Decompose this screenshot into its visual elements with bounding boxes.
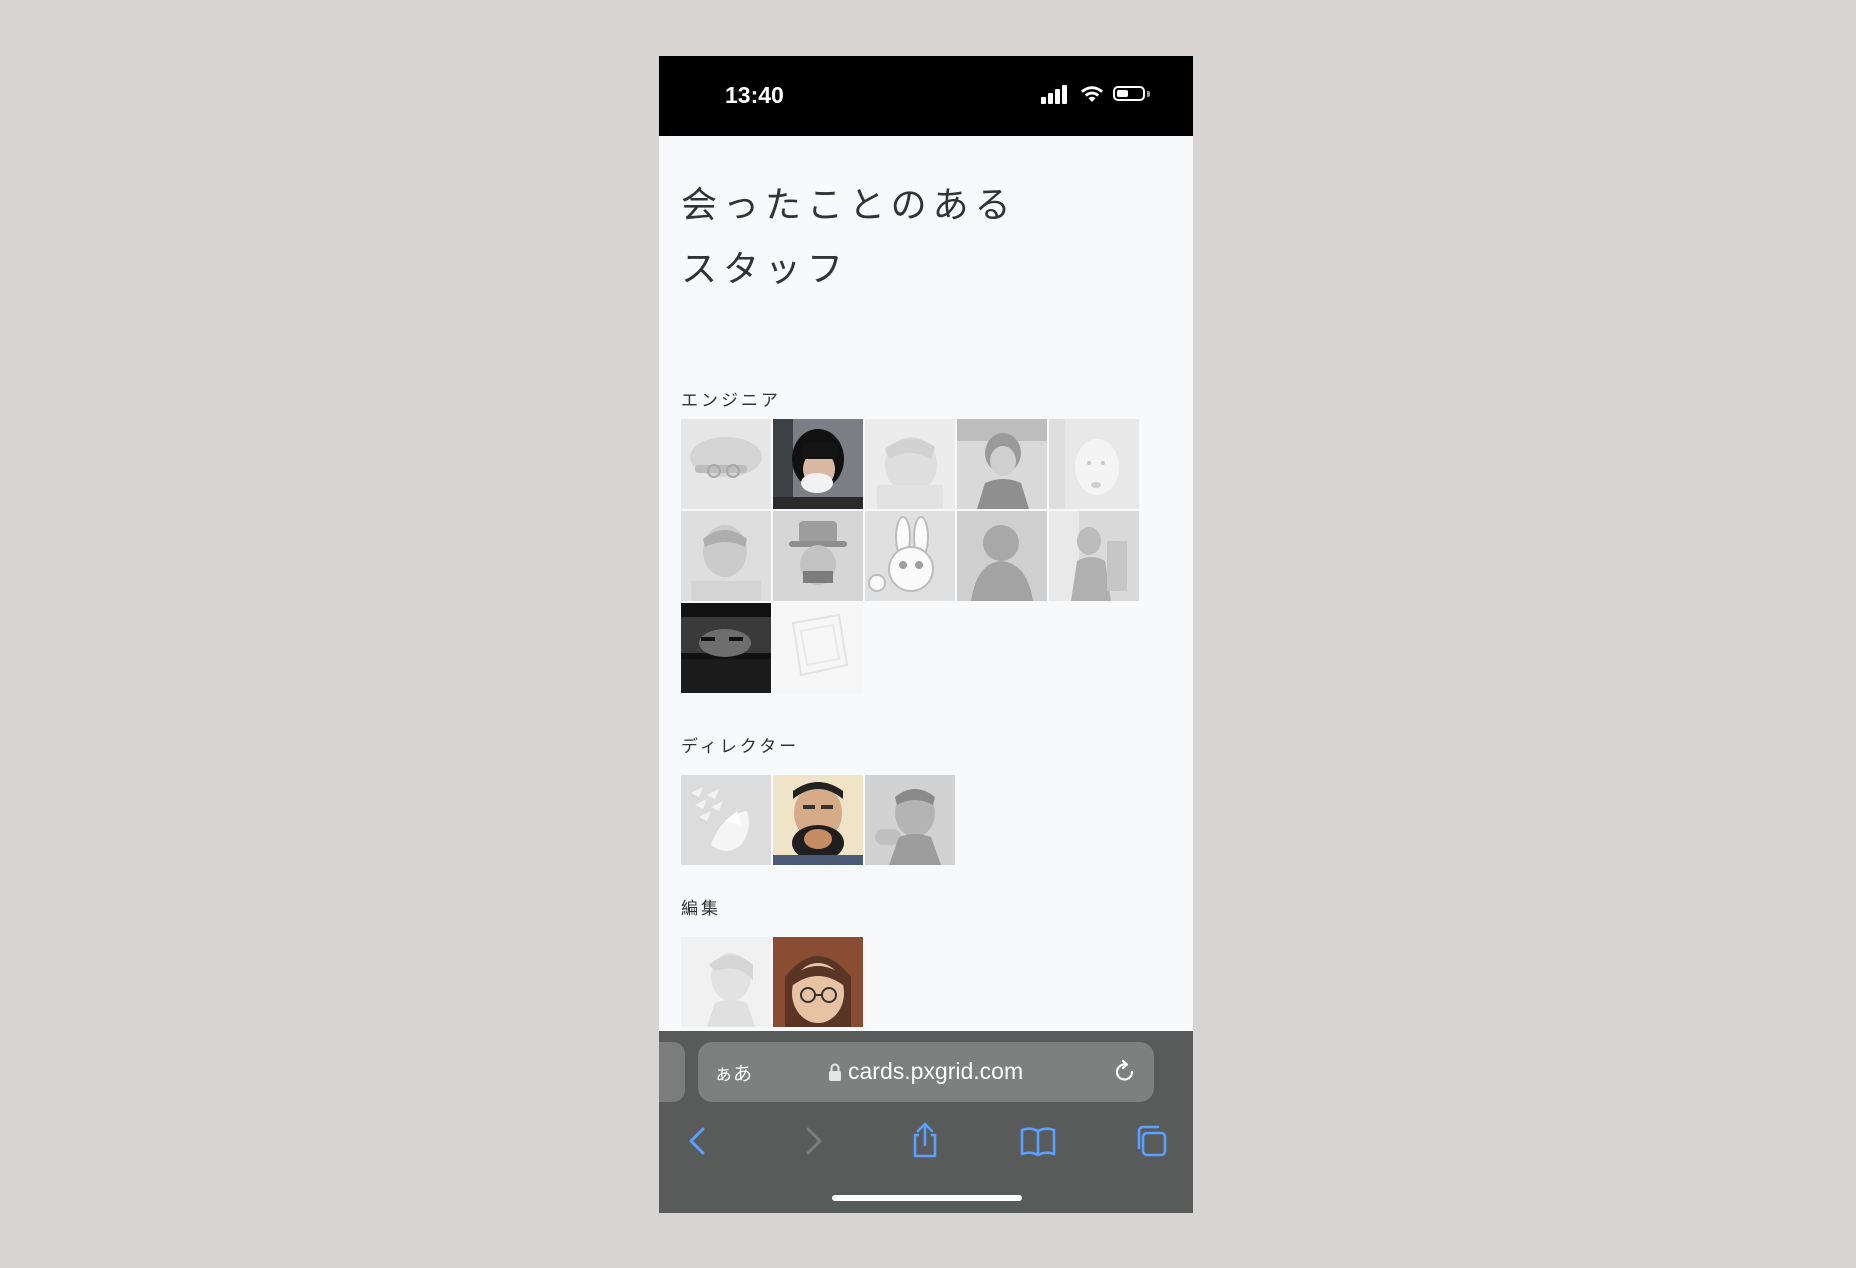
reload-icon[interactable] [1112, 1059, 1138, 1085]
tabs-icon[interactable] [1131, 1121, 1171, 1161]
wifi-icon [1081, 86, 1103, 102]
lock-icon [829, 1063, 841, 1081]
director-avatar-grid [681, 775, 1141, 867]
avatar-editor-2[interactable] [773, 937, 863, 1027]
back-icon[interactable] [679, 1121, 719, 1161]
status-icons [1041, 84, 1151, 106]
browser-toolbar: ぁあ cards.pxgrid.com [659, 1031, 1193, 1213]
forward-icon[interactable] [792, 1121, 832, 1161]
avatar-engineer-3[interactable] [865, 419, 955, 509]
address-bar[interactable]: ぁあ cards.pxgrid.com [698, 1042, 1154, 1102]
home-indicator [832, 1195, 1022, 1201]
section-label-editor: 編集 [681, 899, 721, 919]
avatar-engineer-8[interactable] [865, 511, 955, 601]
previous-tab-peek[interactable] [659, 1042, 685, 1102]
section-label-engineer: エンジニア [681, 391, 781, 411]
url-text: cards.pxgrid.com [848, 1058, 1024, 1084]
cellular-signal-icon [1041, 84, 1069, 104]
avatar-engineer-11[interactable] [681, 603, 771, 693]
avatar-engineer-6[interactable] [681, 511, 771, 601]
avatar-editor-1[interactable] [681, 937, 771, 1027]
page-title: 会ったことのある スタッフ [681, 185, 1017, 290]
status-bar: 13:40 [659, 56, 1193, 136]
avatar-director-3[interactable] [865, 775, 955, 865]
avatar-engineer-12[interactable] [773, 603, 863, 693]
page-content: 会ったことのある スタッフ エンジニア ディレクター 編集 [659, 136, 1193, 1086]
avatar-engineer-9[interactable] [957, 511, 1047, 601]
phone-screen: 13:40 会ったことのある スタッフ エンジニア ディレクター 編集 ぁあ c… [659, 56, 1193, 1213]
engineer-avatar-grid [681, 419, 1141, 695]
avatar-engineer-5[interactable] [1049, 419, 1139, 509]
editor-avatar-grid [681, 937, 1141, 1029]
avatar-engineer-7[interactable] [773, 511, 863, 601]
avatar-engineer-2[interactable] [773, 419, 863, 509]
avatar-engineer-10[interactable] [1049, 511, 1139, 601]
battery-icon [1113, 86, 1145, 101]
avatar-engineer-1[interactable] [681, 419, 771, 509]
share-icon[interactable] [905, 1121, 945, 1161]
avatar-director-2[interactable] [773, 775, 863, 865]
status-time: 13:40 [725, 82, 784, 108]
section-label-director: ディレクター [681, 737, 800, 757]
avatar-engineer-4[interactable] [957, 419, 1047, 509]
bookmarks-icon[interactable] [1018, 1121, 1058, 1161]
page-settings-button[interactable]: ぁあ [714, 1059, 752, 1086]
avatar-director-1[interactable] [681, 775, 771, 865]
